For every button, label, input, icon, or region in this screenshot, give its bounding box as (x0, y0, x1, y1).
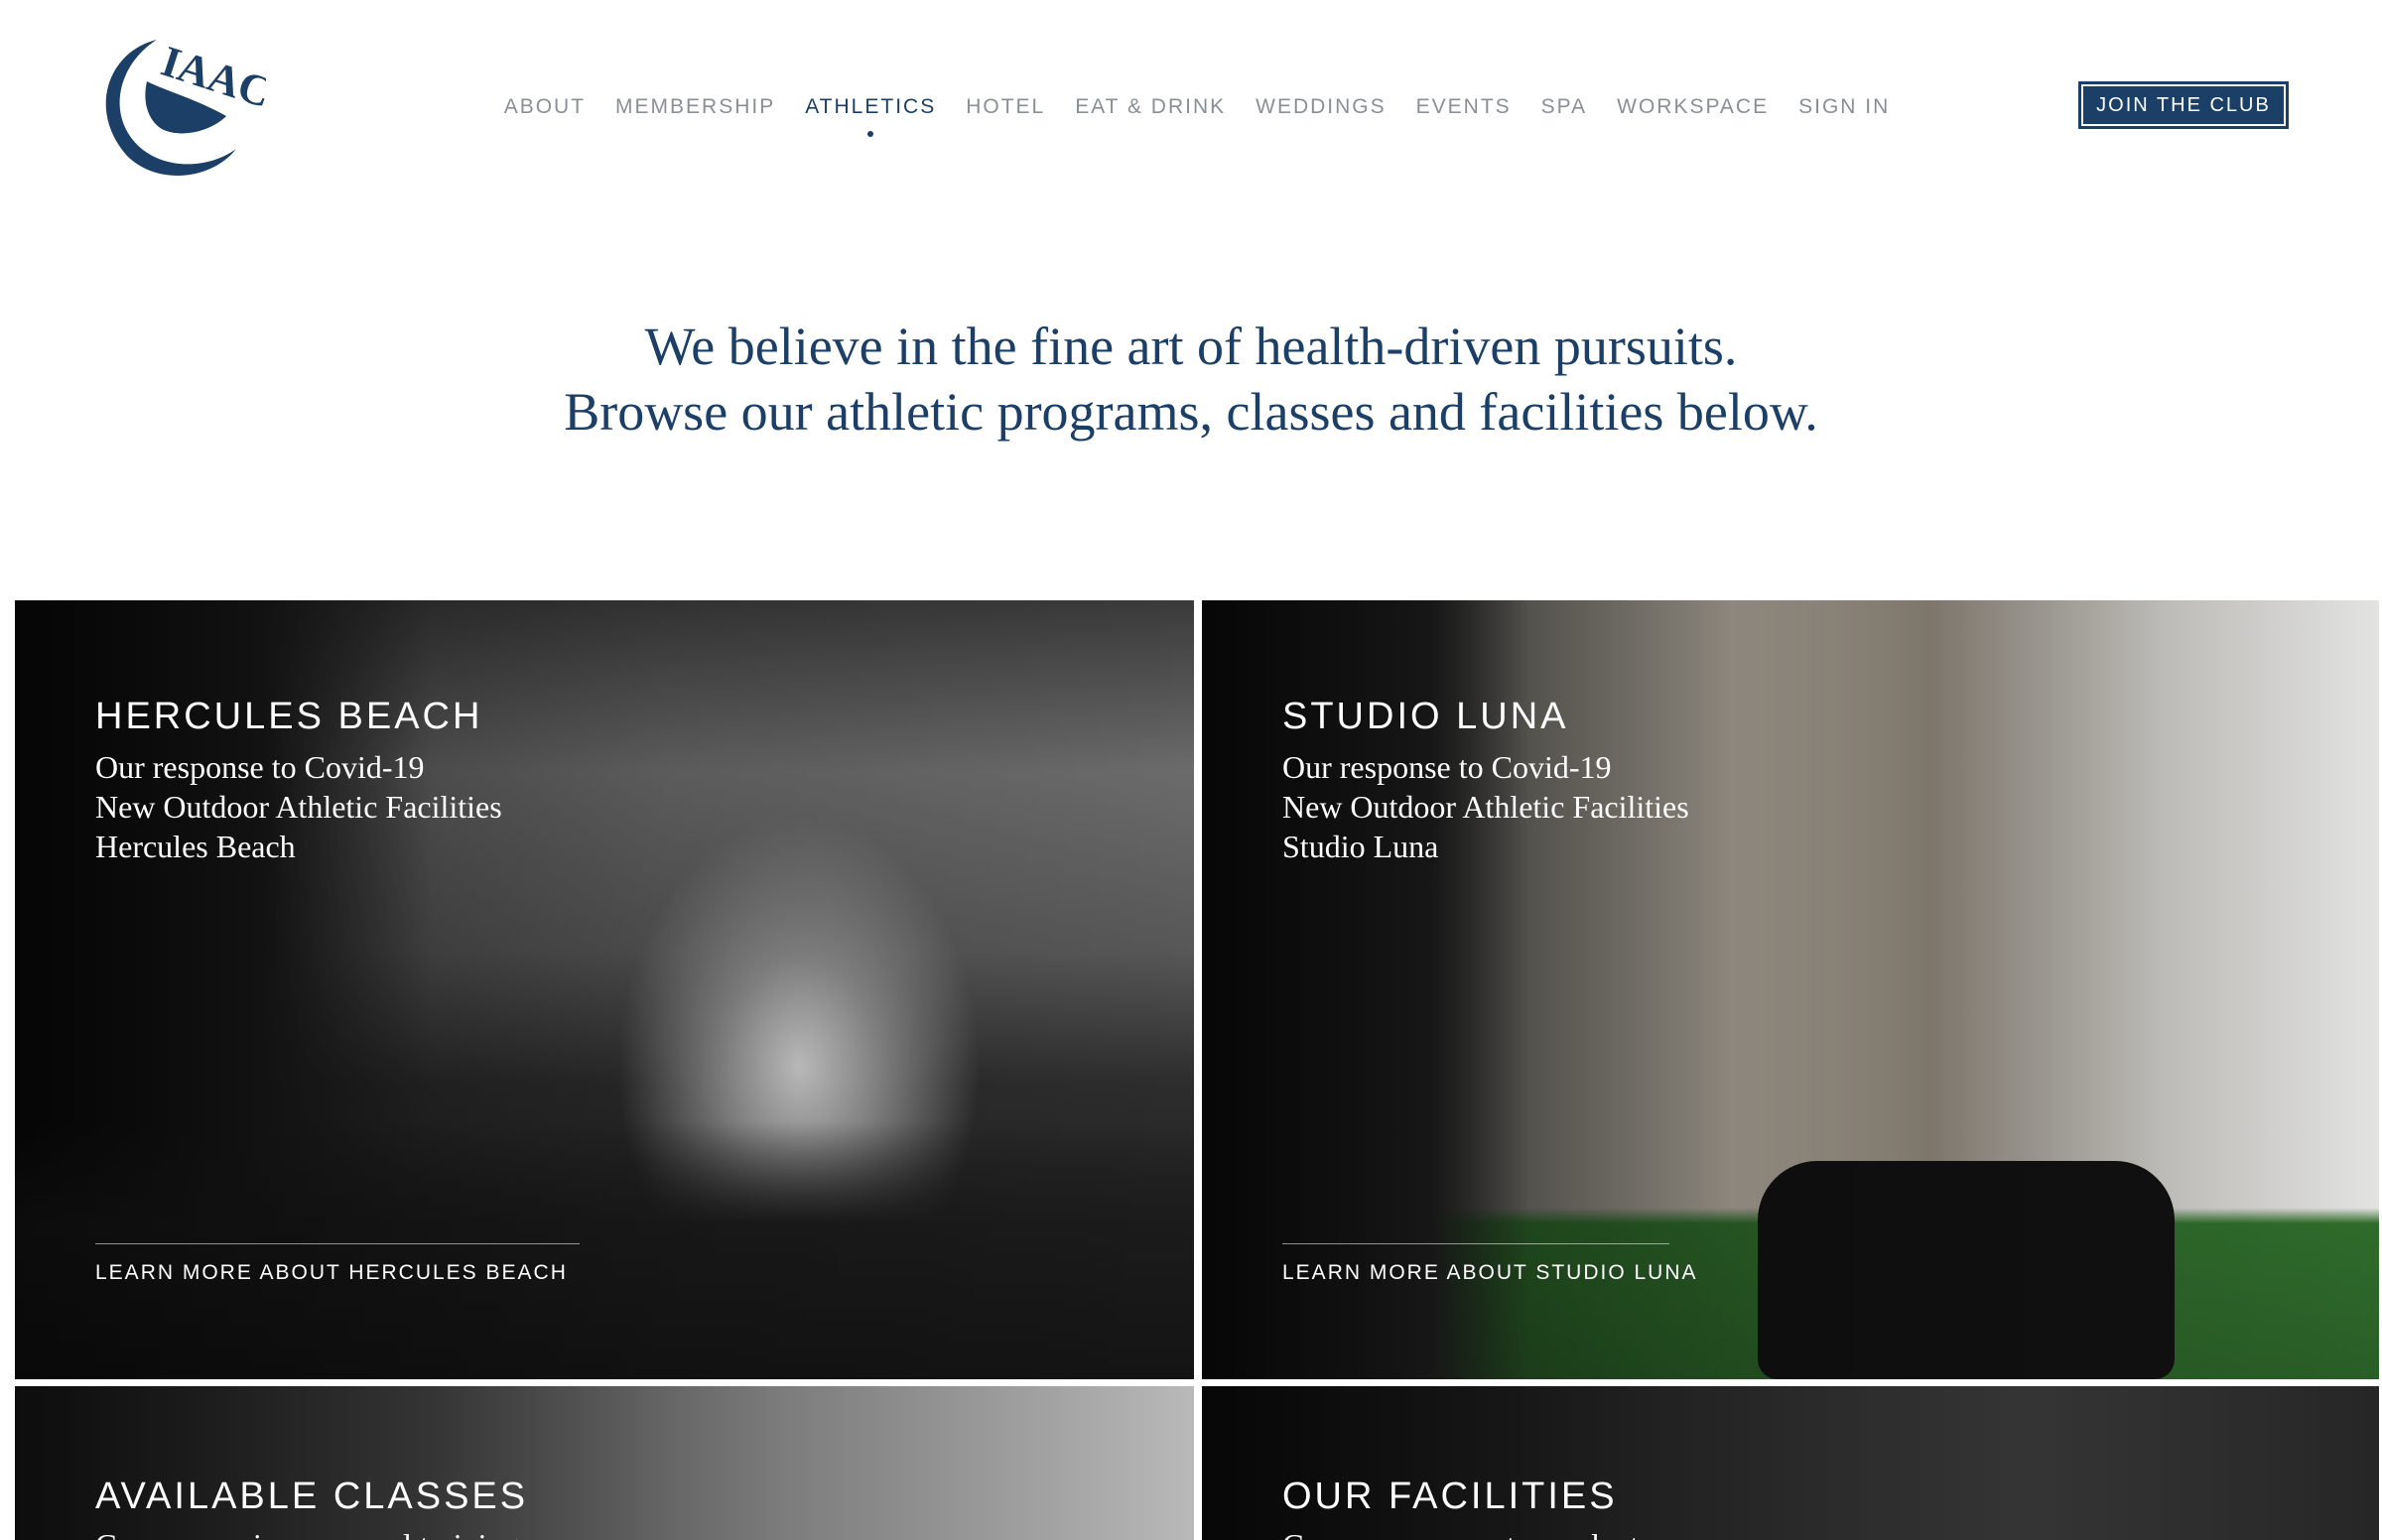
card-description: Gym, sauna, courts, pool, etc. (1282, 1525, 1660, 1540)
card-description: Our response to Covid-19 New Outdoor Ath… (95, 747, 502, 866)
nav-item-events[interactable]: EVENTS (1401, 87, 1526, 127)
card-title: AVAILABLE CLASSES (95, 1476, 529, 1517)
nav-list: ABOUT MEMBERSHIP ATHLETICS HOTEL EAT & DRINK… (489, 87, 1906, 137)
learn-more-hercules-beach-link[interactable]: LEARN MORE ABOUT HERCULES BEACH (95, 1261, 568, 1285)
card-line: Our response to Covid-19 (95, 749, 425, 785)
site-header: IAAC ABOUT MEMBERSHIP ATHLETICS HOTEL EAT & … (0, 0, 2382, 198)
join-the-club-button[interactable]: JOIN THE CLUB (2078, 81, 2289, 129)
nav-item-athletics[interactable]: ATHLETICS (790, 87, 951, 137)
nav-item-sign-in[interactable]: SIGN IN (1784, 87, 1905, 127)
intro-statement: We believe in the fine art of health-dri… (0, 314, 2382, 445)
card-hercules-beach[interactable]: HERCULES BEACH Our response to Covid-19 … (15, 600, 1194, 1379)
active-indicator-dot (867, 131, 874, 137)
intro-line-1: We believe in the fine art of health-dri… (644, 317, 1738, 376)
card-line: Studio Luna (1282, 829, 1439, 864)
card-title: OUR FACILITIES (1282, 1476, 1618, 1517)
card-title: STUDIO LUNA (1282, 696, 1569, 737)
card-title: HERCULES BEACH (95, 696, 483, 737)
card-line: New Outdoor Athletic Facilities (95, 789, 502, 825)
learn-more-studio-luna-link[interactable]: LEARN MORE ABOUT STUDIO LUNA (1282, 1261, 1698, 1285)
intro-line-2: Browse our athletic programs, classes an… (564, 382, 1818, 442)
card-description: Our response to Covid-19 New Outdoor Ath… (1282, 747, 1689, 866)
nav-item-eat-drink[interactable]: EAT & DRINK (1060, 87, 1241, 127)
card-line: New Outdoor Athletic Facilities (1282, 789, 1689, 825)
card-our-facilities[interactable]: OUR FACILITIES Gym, sauna, courts, pool,… (1202, 1386, 2379, 1540)
card-line: Gym, sauna, courts, pool, etc. (1282, 1525, 1660, 1540)
main-nav: ABOUT MEMBERSHIP ATHLETICS HOTEL EAT & DRINK… (0, 87, 2382, 137)
nav-item-weddings[interactable]: WEDDINGS (1241, 87, 1401, 127)
nav-item-hotel[interactable]: HOTEL (951, 87, 1060, 127)
nav-item-workspace[interactable]: WORKSPACE (1602, 87, 1784, 127)
card-line: Group exercise, personal training (95, 1525, 519, 1540)
card-divider (1282, 1243, 1669, 1244)
nav-item-about[interactable]: ABOUT (489, 87, 600, 127)
card-divider (95, 1243, 580, 1244)
card-line: Our response to Covid-19 (1282, 749, 1612, 785)
card-line: Hercules Beach (95, 829, 296, 864)
card-description: Group exercise, personal training (95, 1525, 519, 1540)
card-available-classes[interactable]: AVAILABLE CLASSES Group exercise, person… (15, 1386, 1194, 1540)
nav-item-membership[interactable]: MEMBERSHIP (600, 87, 790, 127)
nav-item-spa[interactable]: SPA (1526, 87, 1602, 127)
card-studio-luna[interactable]: STUDIO LUNA Our response to Covid-19 New… (1202, 600, 2379, 1379)
